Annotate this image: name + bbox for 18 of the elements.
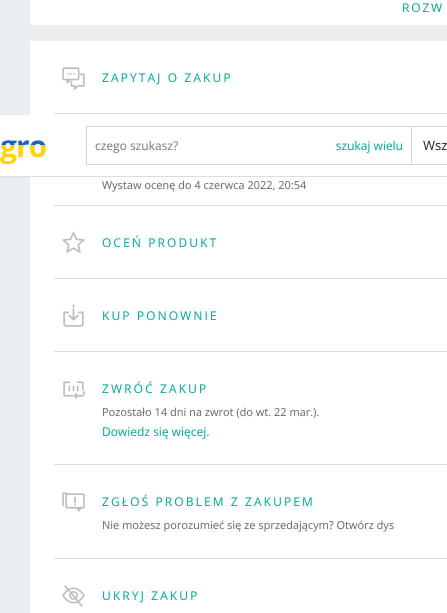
link[interactable]: ROZW — [402, 0, 444, 16]
description-text: Wystaw ocenę do 4 czerwca 2022, 20:54 — [102, 177, 306, 195]
action-link[interactable]: ZAPYTAJ O ZAKUP — [102, 65, 233, 90]
link[interactable]: szukaj wielu — [336, 137, 403, 154]
chat-bubbles-icon — [61, 65, 86, 90]
search-field[interactable]: czego szukasz? szukaj wielu — [86, 126, 412, 165]
action-link[interactable]: ZWRÓĆ ZAKUP — [102, 376, 320, 401]
action-link[interactable]: UKRYJ ZAKUP — [102, 583, 200, 608]
link[interactable]: Dowiedz się więcej. — [102, 422, 320, 441]
action-link[interactable]: KUP PONOWNIE — [102, 303, 219, 328]
eye-crossed-icon — [61, 583, 86, 608]
description-text: Nie możesz porozumieć się ze sprzedającym? Otwórz dys — [102, 517, 394, 535]
description-text: Pozostało 14 dni na zwrot (do wt. 22 mar.). — [102, 404, 320, 422]
action-link[interactable]: OCEŃ PRODUKT — [102, 230, 218, 255]
basket-arrow-icon — [61, 303, 86, 328]
category-select[interactable]: Wsz — [412, 126, 447, 165]
star-icon — [61, 230, 86, 255]
action-link[interactable]: ZGŁOŚ PROBLEM Z ZAKUPEM — [102, 489, 394, 514]
